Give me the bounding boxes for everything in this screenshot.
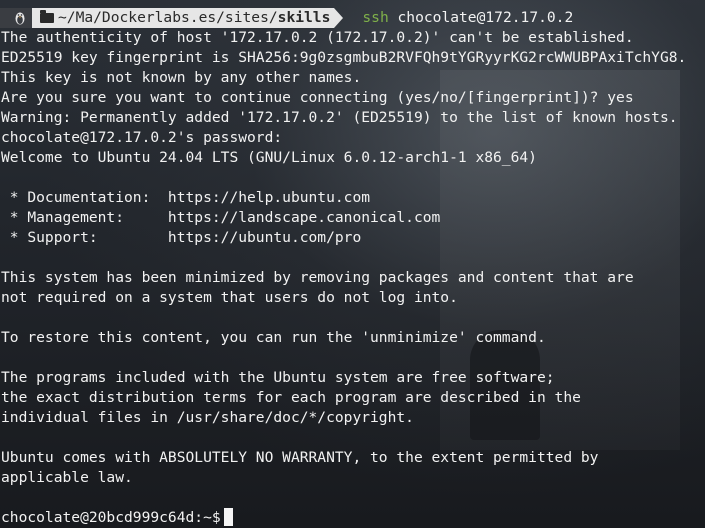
shell-prompt: ~/Ma/Dockerlabs.es/sites/skills ssh choc… (0, 8, 705, 28)
command-args: chocolate@172.17.0.2 (388, 9, 574, 26)
final-prompt-line[interactable]: chocolate@20bcd999c64d:~$ (0, 508, 705, 528)
output-line: The programs included with the Ubuntu sy… (1, 369, 555, 386)
output-line: ED25519 key fingerprint is SHA256:9g0zsg… (1, 49, 687, 66)
output-line: Welcome to Ubuntu 24.04 LTS (GNU/Linux 6… (1, 149, 537, 166)
output-line: This system has been minimized by removi… (1, 269, 634, 286)
directory-prefix: ~/Ma/Dockerlabs.es/sites/ (58, 9, 278, 26)
output-line: * Management: https://landscape.canonica… (1, 209, 441, 226)
output-line: not required on a system that users do n… (1, 289, 458, 306)
text-cursor (223, 508, 233, 526)
os-segment (0, 8, 32, 28)
output-line: the exact distribution terms for each pr… (1, 389, 581, 406)
output-line: * Documentation: https://help.ubuntu.com (1, 189, 371, 206)
directory-segment-separator (334, 8, 344, 28)
output-line: Ubuntu comes with ABSOLUTELY NO WARRANTY… (1, 449, 599, 466)
terminal-output: The authenticity of host '172.17.0.2 (17… (0, 28, 705, 508)
output-line: This key is not known by any other names… (1, 69, 362, 86)
command-word: ssh (362, 9, 389, 26)
output-line: Are you sure you want to continue connec… (1, 89, 634, 106)
output-line: To restore this content, you can run the… (1, 329, 546, 346)
output-line: chocolate@172.17.0.2's password: (1, 129, 283, 146)
final-prompt: chocolate@20bcd999c64d:~$ (1, 509, 221, 526)
output-line: Warning: Permanently added '172.17.0.2' … (1, 109, 678, 126)
penguin-icon (15, 12, 25, 25)
output-line: individual files in /usr/share/doc/*/cop… (1, 409, 414, 426)
directory-segment: ~/Ma/Dockerlabs.es/sites/skills (32, 8, 335, 28)
output-line: * Support: https://ubuntu.com/pro (1, 229, 362, 246)
terminal-window[interactable]: ~/Ma/Dockerlabs.es/sites/skills ssh choc… (0, 0, 705, 528)
directory-current: skills (277, 9, 331, 26)
output-line: The authenticity of host '172.17.0.2 (17… (1, 29, 634, 46)
folder-icon (40, 10, 54, 23)
output-line: applicable law. (1, 469, 133, 486)
